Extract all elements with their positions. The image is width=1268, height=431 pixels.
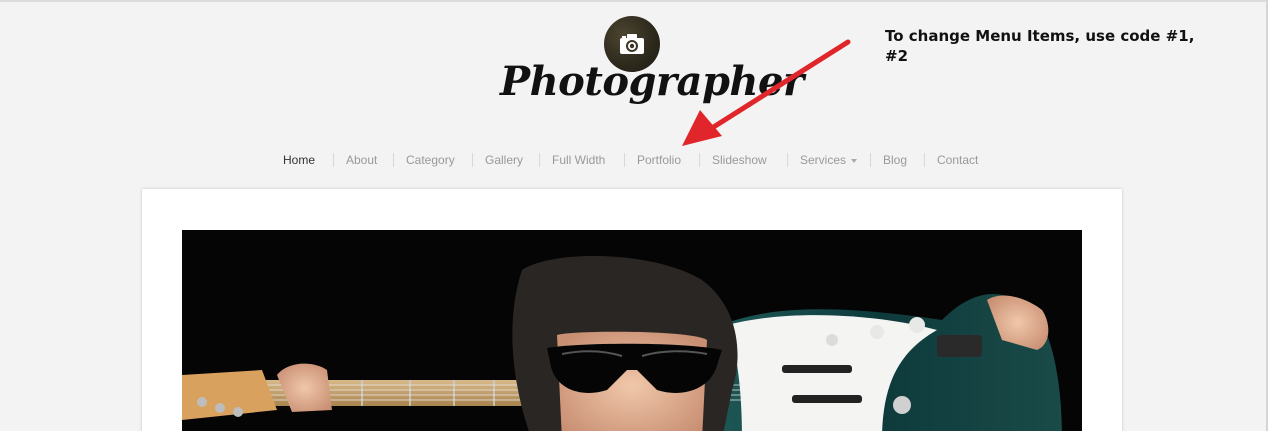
chevron-down-icon bbox=[851, 158, 858, 163]
musician-photo bbox=[182, 256, 1062, 431]
nav-item-contact[interactable]: Contact bbox=[937, 150, 978, 170]
nav-item-blog[interactable]: Blog bbox=[883, 150, 907, 170]
nav-item-services-label: Services bbox=[800, 153, 847, 167]
nav-separator bbox=[870, 153, 871, 167]
nav-separator bbox=[624, 153, 625, 167]
main-navigation: Home About Category Gallery Full Width P… bbox=[0, 150, 1268, 170]
nav-separator bbox=[924, 153, 925, 167]
nav-item-slideshow[interactable]: Slideshow bbox=[712, 150, 767, 170]
nav-item-category[interactable]: Category bbox=[406, 150, 455, 170]
nav-item-about[interactable]: About bbox=[346, 150, 377, 170]
nav-separator bbox=[472, 153, 473, 167]
nav-separator bbox=[333, 153, 334, 167]
nav-item-full-width[interactable]: Full Width bbox=[552, 150, 605, 170]
nav-item-portfolio[interactable]: Portfolio bbox=[637, 150, 681, 170]
nav-separator bbox=[393, 153, 394, 167]
nav-separator bbox=[539, 153, 540, 167]
nav-separator bbox=[699, 153, 700, 167]
nav-item-gallery[interactable]: Gallery bbox=[485, 150, 523, 170]
nav-item-services[interactable]: Services bbox=[800, 150, 858, 170]
hero-image[interactable] bbox=[182, 230, 1082, 431]
nav-item-home[interactable]: Home bbox=[283, 150, 315, 170]
nav-separator bbox=[787, 153, 788, 167]
